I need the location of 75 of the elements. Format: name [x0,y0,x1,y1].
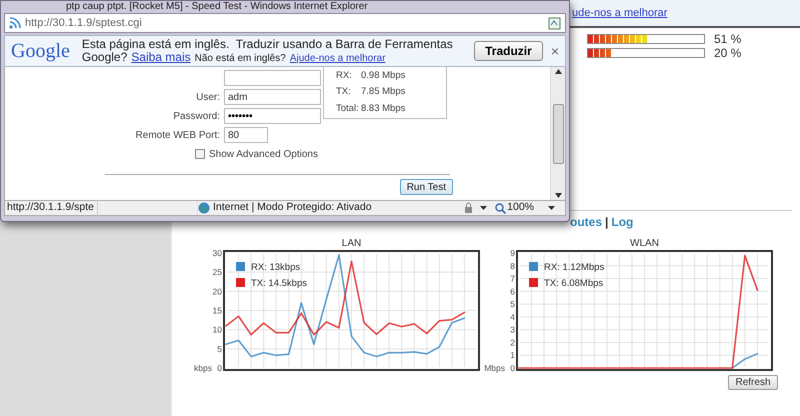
legend-label: RX: 13kbps [251,262,300,273]
not-english-text: Não está em inglês? [194,52,286,64]
caret-icon[interactable] [480,206,488,210]
meter-reading: 51 % [714,31,742,48]
zoom-level[interactable]: 100% [507,200,534,216]
rss-icon [9,17,21,29]
legend-label: RX: 1.12Mbps [544,262,604,273]
scroll-thumb[interactable] [552,104,564,164]
translate-message: Google? [82,50,128,64]
y-tick-label: 8 [510,260,515,271]
status-url: http://30.1.1.9/spte [5,200,98,216]
input-field[interactable]: adm [224,89,321,105]
scroll-down-icon [554,193,562,198]
y-tick-label: 25 [212,267,222,278]
google-logo: Google [11,39,70,64]
result-value: 8.83 Mbps [361,102,406,116]
link-separator: | [605,214,608,231]
learn-more-link[interactable]: Saiba mais [131,50,191,64]
result-label: TX: [336,85,352,100]
y-tick-label: 30 [212,248,222,258]
window-title: ptp caup ptpt. [Rocket M5] - Speed Test - Windows Internet Explorer [65,1,369,12]
y-tick-label: 6 [510,286,515,296]
scrollbar[interactable] [550,67,565,200]
result-value: 7.85 Mbps [361,85,406,100]
y-tick-label: 0 [510,363,515,373]
y-tick-label: 0 [217,363,222,373]
globe-icon [198,202,210,214]
password-field[interactable]: ••••••• [224,108,321,124]
input-field[interactable] [224,70,321,86]
run-test-button[interactable]: Run Test [400,179,453,195]
meter-reading: 20 % [714,45,742,62]
help-link[interactable]: Ajude-nos a melhorar [290,52,386,64]
chart-title: LAN [342,238,362,249]
y-tick-label: 3 [510,324,515,335]
y-tick-label: 5 [217,344,222,354]
security-zone: Internet | Modo Protegido: Ativado [212,200,372,216]
y-tick-label: 10 [212,324,222,335]
y-tick-label: 4 [510,312,515,322]
y-tick-label: 20 [212,286,222,296]
nav-link[interactable]: outes [570,213,602,231]
close-button[interactable]: × [550,40,559,62]
chart-title: WLAN [630,238,659,249]
nav-link[interactable]: Log [611,213,634,231]
legend-swatch [236,278,245,287]
y-tick-label: 9 [510,248,515,258]
legend-label: TX: 6.08Mbps [544,278,604,289]
y-tick-label: 2 [510,337,515,348]
y-tick-label: 15 [212,306,222,316]
scroll-up-icon [554,69,562,74]
input-field[interactable]: 80 [224,127,268,143]
translate-message: Esta página está em inglês. Traduzir usando a Barra de Ferramentas [82,38,454,50]
y-axis-unit: kbps [194,363,212,373]
field-label: Remote WEB Port: [136,128,220,142]
checkbox[interactable] [195,149,205,159]
field-label: Password: [173,110,220,124]
address-field[interactable]: http://30.1.1.9/sptest.cgi [4,13,566,33]
legend-swatch [529,278,538,287]
result-label: Total: [336,102,360,116]
y-tick-label: 5 [510,299,515,310]
y-tick-label: 7 [510,274,515,284]
checkbox-label: Show Advanced Options [209,148,318,162]
field-label: User: [196,90,220,104]
help-link[interactable]: ude-nos a melhorar [572,4,668,22]
legend-swatch [236,262,245,271]
y-axis-unit: Mbps [484,363,505,373]
result-value: 0.98 Mbps [361,69,406,84]
refresh-button[interactable]: Refresh [728,375,778,390]
result-label: RX: [336,69,353,84]
legend-swatch [529,262,538,271]
lock-icon[interactable] [462,202,474,214]
translate-button[interactable]: Traduzir [474,41,543,61]
caret-icon[interactable] [548,206,555,210]
zoom-icon [495,202,506,214]
y-tick-label: 1 [510,350,515,360]
legend-label: TX: 14.5kbps [251,278,307,289]
